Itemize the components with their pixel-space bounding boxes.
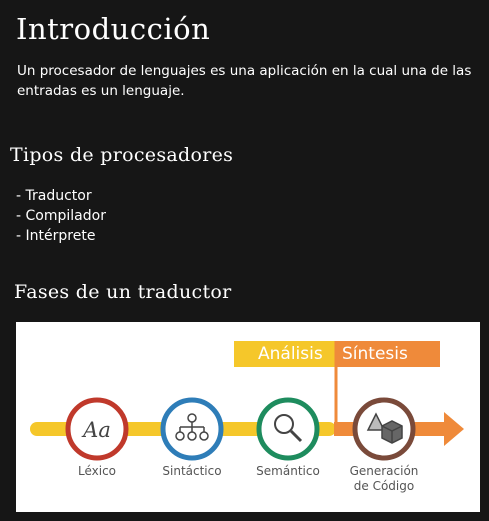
types-list: Traductor Compilador Intérprete bbox=[16, 186, 106, 246]
synthesis-label: Síntesis bbox=[342, 344, 408, 364]
analysis-label: Análisis bbox=[258, 344, 323, 364]
step-generacion bbox=[352, 397, 416, 461]
types-heading: Tipos de procesadores bbox=[10, 144, 234, 166]
step-sintactico bbox=[160, 397, 224, 461]
step-label-sintactico: Sintáctico bbox=[162, 464, 222, 478]
list-item: Intérprete bbox=[16, 226, 106, 246]
step-label-generacion-line2: de Código bbox=[353, 479, 415, 493]
list-item: Compilador bbox=[16, 206, 106, 226]
flow-arrow-head bbox=[444, 412, 464, 446]
phases-diagram: Aa Análisis Síntesis Léxico Sintáctico S… bbox=[16, 322, 480, 512]
phases-heading: Fases de un traductor bbox=[14, 281, 232, 303]
intro-text: Un procesador de lenguajes es una aplica… bbox=[17, 63, 472, 99]
text-aa-icon: Aa bbox=[81, 418, 111, 442]
step-lexico: Aa bbox=[65, 397, 129, 461]
step-label-semantico: Semántico bbox=[256, 464, 320, 478]
step-label-generacion-line1: Generación bbox=[349, 464, 419, 478]
page-title: Introducción bbox=[16, 12, 211, 46]
step-label-lexico: Léxico bbox=[77, 464, 117, 478]
list-item: Traductor bbox=[16, 186, 106, 206]
step-semantico bbox=[256, 397, 320, 461]
step-label-generacion: Generación de Código bbox=[339, 464, 429, 494]
